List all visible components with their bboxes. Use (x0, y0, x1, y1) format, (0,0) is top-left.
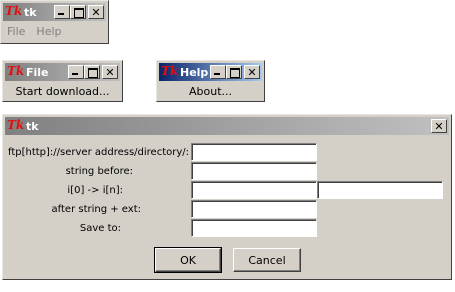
window-title: tk (24, 5, 37, 19)
save-to-input[interactable] (191, 219, 317, 237)
download-dialog: Tk tk ✕ ftp[http]://server address/direc… (2, 114, 452, 280)
maximize-icon[interactable] (226, 65, 242, 79)
range-label: i[0] -> i[n]: (67, 185, 123, 196)
string-before-label: string before: (65, 166, 133, 177)
about-item[interactable]: About... (157, 85, 264, 98)
main-window: Tk tk ✕ File Help (0, 0, 109, 44)
tk-logo-icon: Tk (7, 64, 25, 78)
range-end-input[interactable] (317, 181, 443, 199)
dialog-titlebar[interactable]: Tk tk ✕ (5, 117, 449, 135)
help-titlebar[interactable]: Tk Help ✕ (159, 63, 262, 81)
window-title: tk (26, 119, 39, 133)
string-before-input[interactable] (191, 162, 317, 180)
window-title: Help (180, 65, 209, 79)
maximize-icon[interactable] (84, 65, 100, 79)
minimize-icon[interactable] (210, 65, 226, 79)
minimize-icon[interactable] (54, 5, 70, 19)
after-string-input[interactable] (191, 200, 317, 218)
menubar: File Help (7, 25, 73, 38)
close-icon[interactable]: ✕ (88, 5, 104, 19)
window-title: File (26, 65, 49, 79)
menu-help[interactable]: Help (36, 25, 61, 38)
maximize-icon[interactable] (70, 5, 86, 19)
tk-logo-icon: Tk (161, 64, 179, 78)
file-menu-window: Tk File ✕ Start download... (2, 60, 123, 102)
cancel-button[interactable]: Cancel (233, 248, 301, 272)
close-icon[interactable]: ✕ (431, 119, 447, 133)
tk-logo-icon: Tk (5, 4, 23, 18)
server-label: ftp[http]://server address/directory/: (7, 147, 189, 158)
close-icon[interactable]: ✕ (244, 65, 260, 79)
close-icon[interactable]: ✕ (102, 65, 118, 79)
ok-button[interactable]: OK (154, 247, 222, 273)
tk-logo-icon: Tk (7, 118, 25, 132)
after-string-label: after string + ext: (51, 204, 141, 215)
range-start-input[interactable] (191, 181, 317, 199)
file-titlebar[interactable]: Tk File ✕ (5, 63, 120, 81)
minimize-icon[interactable] (68, 65, 84, 79)
start-download-item[interactable]: Start download... (3, 85, 122, 98)
main-titlebar[interactable]: Tk tk ✕ (3, 3, 106, 21)
save-to-label: Save to: (79, 223, 121, 234)
help-menu-window: Tk Help ✕ About... (156, 60, 265, 102)
server-input[interactable] (191, 143, 317, 161)
menu-file[interactable]: File (7, 25, 25, 38)
